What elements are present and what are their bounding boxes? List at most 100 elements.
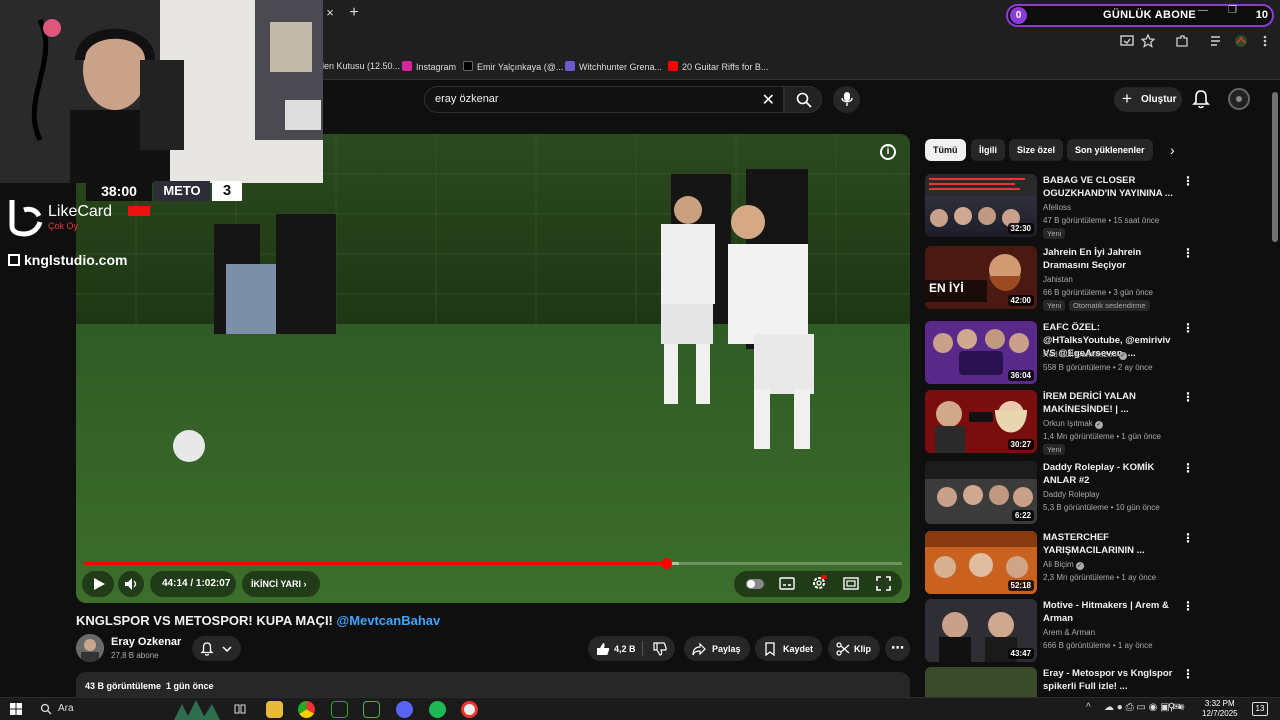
page-scrollbar[interactable] [1270, 80, 1280, 697]
bookmark-item[interactable]: len Kutusu (12.50... [322, 61, 400, 71]
play-button[interactable] [82, 571, 114, 597]
chip-all[interactable]: Tümü [925, 139, 966, 161]
recommendation-item[interactable]: 36:04 EAFC ÖZEL: @HTalksYoutube, @emiriv… [925, 321, 1195, 385]
recommendation-item[interactable]: 6:22 Daddy Roleplay - KOMİK ANLAR #2 Dad… [925, 461, 1195, 525]
video-thumbnail[interactable]: 32:30 [925, 174, 1037, 237]
recommendation-title[interactable]: MASTERCHEF YARIŞMACILARININ ... [1043, 531, 1181, 557]
thumbs-down-icon[interactable] [653, 642, 667, 656]
settings-gear-icon[interactable] [811, 575, 827, 591]
app-box-icon[interactable] [363, 701, 380, 718]
title-mention-link[interactable]: @MevtcanBahav [337, 613, 441, 628]
recommendation-title[interactable]: BABAG VE CLOSER OGUZKHAND'IN YAYININA ..… [1043, 174, 1181, 200]
new-tab-icon[interactable]: + [346, 5, 362, 21]
mute-button[interactable] [118, 571, 144, 597]
chevron-right-icon[interactable]: › [1170, 142, 1175, 158]
account-avatar[interactable] [1228, 88, 1250, 110]
chip-recently-uploaded[interactable]: Son yüklenenler [1067, 139, 1153, 161]
recommendation-channel[interactable]: Daddy Roleplay [1043, 490, 1099, 499]
more-vertical-icon[interactable]: ⋮ [1182, 246, 1194, 260]
search-input[interactable]: eray özkenar ✕ [424, 86, 784, 113]
taskbar-clock[interactable]: 3:32 PM 12/7/2025 [1202, 699, 1238, 719]
bookmark-item[interactable]: Instagram [402, 61, 456, 72]
share-button[interactable]: Paylaş [684, 636, 750, 661]
chrome-icon[interactable] [298, 701, 315, 718]
more-vertical-icon[interactable]: ⋮ [1182, 599, 1194, 613]
video-progress-bar[interactable] [84, 558, 902, 569]
media-control-icon[interactable] [1210, 34, 1224, 48]
voice-search-button[interactable] [833, 86, 860, 113]
video-thumbnail[interactable]: 36:04 [925, 321, 1037, 384]
chip-for-you[interactable]: Size özel [1009, 139, 1064, 161]
more-actions-button[interactable]: ⋯ [885, 636, 910, 661]
recommendation-channel[interactable]: Jahistan [1043, 275, 1073, 284]
more-vertical-icon[interactable]: ⋮ [1182, 390, 1194, 404]
recommendation-item[interactable]: 52:18 MASTERCHEF YARIŞMACILARININ ... Al… [925, 531, 1195, 595]
file-explorer-icon[interactable] [266, 701, 283, 718]
network-volume-icons[interactable]: ⚲ 🔊︎ [1168, 702, 1184, 713]
notification-center-badge[interactable]: 13 [1252, 702, 1268, 716]
autoplay-toggle[interactable] [746, 579, 764, 589]
cast-icon[interactable] [1120, 34, 1134, 48]
theater-mode-icon[interactable] [843, 577, 859, 590]
clear-search-icon[interactable]: ✕ [762, 90, 775, 110]
bookmark-item[interactable]: Emir Yalçınkaya (@... [463, 61, 563, 72]
extensions-icon[interactable] [1175, 34, 1189, 48]
search-button[interactable] [784, 86, 822, 113]
recommendation-item[interactable]: Eray - Metospor vs Knglspor spikerli Ful… [925, 667, 1195, 697]
video-thumbnail[interactable]: 52:18 [925, 531, 1037, 594]
more-vertical-icon[interactable]: ⋮ [1182, 531, 1194, 545]
more-vertical-icon[interactable]: ⋮ [1182, 174, 1194, 188]
task-view-icon[interactable] [234, 703, 246, 715]
video-thumbnail[interactable] [925, 667, 1037, 697]
recommendation-channel[interactable]: Arem & Arman [1043, 628, 1095, 637]
spotify-icon[interactable] [429, 701, 446, 718]
more-vertical-icon[interactable]: ⋮ [1182, 321, 1194, 335]
channel-name[interactable]: Eray Ozkenar [111, 636, 181, 648]
video-thumbnail[interactable]: EN İYİ 42:00 [925, 246, 1037, 309]
recommendation-title[interactable]: Motive - Hitmakers | Arem & Arman [1043, 599, 1181, 625]
recommendation-item[interactable]: 30:27 İREM DERİCİ YALAN MAKİNESİNDE! | .… [925, 390, 1195, 455]
recommendation-item[interactable]: 43:47 Motive - Hitmakers | Arem & Arman … [925, 599, 1195, 663]
more-vertical-icon[interactable]: ⋮ [1182, 667, 1194, 681]
recommendation-channel[interactable]: Orkun Işıtmak ✓ [1043, 419, 1103, 429]
chip-related[interactable]: İlgili [971, 139, 1005, 161]
save-button[interactable]: Kaydet [755, 636, 822, 661]
video-thumbnail[interactable]: 6:22 [925, 461, 1037, 524]
taskbar-search-label[interactable]: Ara [58, 703, 74, 714]
browser-menu-icon[interactable] [1258, 34, 1272, 48]
subscription-bell-button[interactable] [192, 636, 241, 661]
recommendation-item[interactable]: 32:30 BABAG VE CLOSER OGUZKHAND'IN YAYIN… [925, 174, 1195, 239]
recommendation-item[interactable]: EN İYİ 42:00 Jahrein En İyi Jahrein Dram… [925, 246, 1195, 311]
fullscreen-icon[interactable] [876, 576, 891, 591]
like-count[interactable]: 4,2 B [614, 644, 636, 654]
video-player[interactable]: i 44:14 / 1:02:07 İKİNCİ YARI › [76, 134, 910, 603]
minimize-icon[interactable]: — [1198, 5, 1208, 16]
video-thumbnail[interactable]: 30:27 [925, 390, 1037, 453]
tray-chevron-icon[interactable]: ^ [1086, 702, 1091, 713]
recommendation-title[interactable]: Eray - Metospor vs Knglspor spikerli Ful… [1043, 667, 1181, 693]
info-icon[interactable]: i [880, 144, 896, 160]
app-green-icon[interactable] [331, 701, 348, 718]
tab-close-icon[interactable]: × [322, 5, 338, 21]
maximize-icon[interactable]: ❐ [1228, 5, 1237, 16]
profile-extension-icon[interactable] [1234, 34, 1248, 48]
recommendation-channel[interactable]: Red Bull Gamerszon ✓ [1043, 350, 1127, 360]
more-vertical-icon[interactable]: ⋮ [1182, 461, 1194, 475]
obs-icon[interactable] [461, 701, 478, 718]
recommendation-title[interactable]: İREM DERİCİ YALAN MAKİNESİNDE! | ... [1043, 390, 1181, 416]
create-button[interactable]: + Oluştur [1114, 87, 1182, 112]
video-thumbnail[interactable]: 43:47 [925, 599, 1037, 662]
recommendation-title[interactable]: Jahrein En İyi Jahrein Dramasını Seçiyor [1043, 246, 1181, 272]
scrollbar-thumb[interactable] [1272, 92, 1278, 242]
recommendation-title[interactable]: Daddy Roleplay - KOMİK ANLAR #2 [1043, 461, 1181, 487]
bookmark-item[interactable]: Witchhunter Grena... [565, 61, 662, 72]
clip-button[interactable]: Klip [828, 636, 880, 661]
bookmark-star-icon[interactable] [1141, 34, 1155, 48]
bookmark-item[interactable]: 20 Guitar Riffs for B... [668, 61, 768, 72]
taskbar-search-icon[interactable] [40, 703, 52, 715]
thumbs-up-icon[interactable] [596, 642, 610, 656]
channel-avatar[interactable] [76, 634, 104, 662]
notifications-bell-icon[interactable] [1190, 88, 1212, 110]
windows-start-icon[interactable] [10, 703, 22, 715]
discord-icon[interactable] [396, 701, 413, 718]
